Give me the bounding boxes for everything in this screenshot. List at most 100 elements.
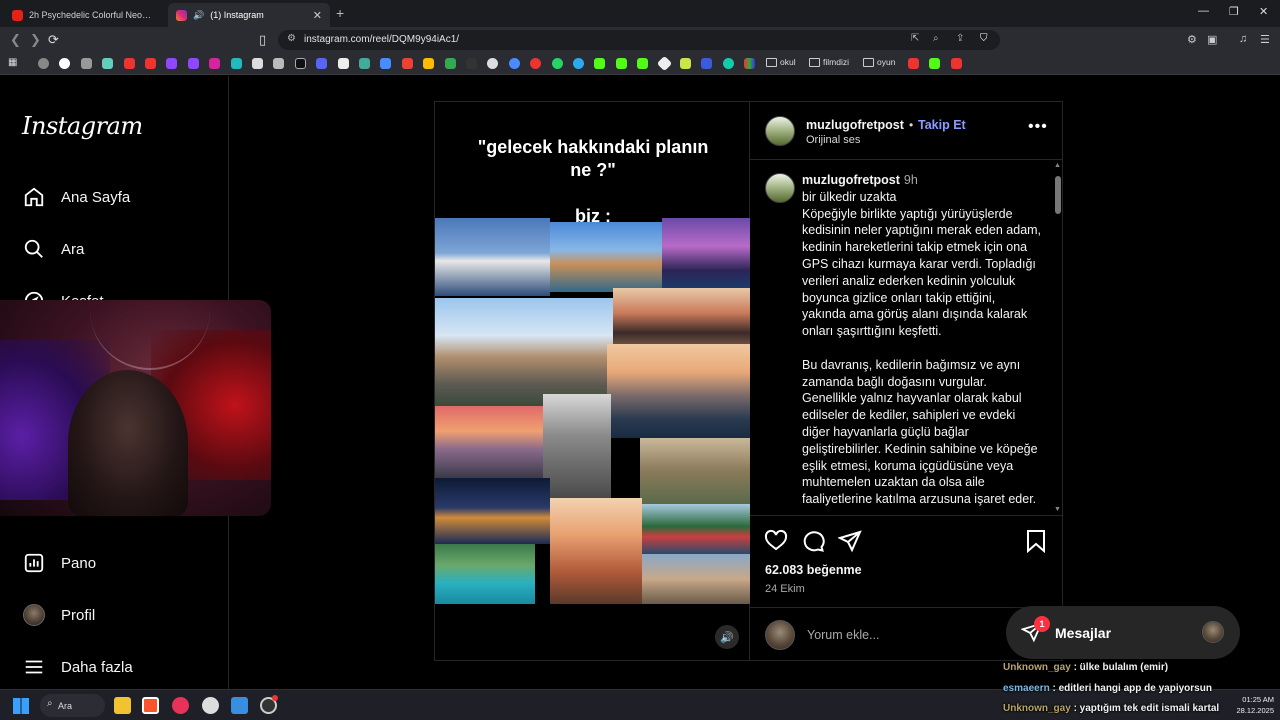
bookmark-icon[interactable] [338, 58, 349, 69]
comment-icon[interactable] [800, 528, 826, 554]
comment-input[interactable]: Yorum ekle... [807, 628, 880, 642]
close-tab-icon[interactable]: ✕ [313, 9, 322, 22]
bookmark-icon[interactable] [701, 58, 712, 69]
site-info-icon[interactable]: ⚙ [287, 33, 296, 44]
bookmark-icon[interactable] [908, 58, 919, 69]
like-icon[interactable] [763, 528, 789, 554]
bookmark-icon[interactable] [573, 58, 584, 69]
open-external-icon[interactable]: ⇱ [911, 33, 919, 44]
bookmark-icon[interactable] [209, 58, 220, 69]
bookmark-folder-oyun[interactable]: oyun [863, 57, 895, 67]
bookmark-icon[interactable] [656, 55, 673, 72]
share-icon[interactable]: ⇪ [956, 33, 964, 44]
bookmark-icon[interactable] [594, 58, 605, 69]
forward-icon[interactable]: ❯ [30, 32, 41, 48]
menu-icon[interactable]: ☰ [1260, 33, 1270, 46]
author-avatar[interactable] [765, 116, 795, 146]
chat-message: esmaeern : editleri hangi app de yapiyor… [1003, 679, 1280, 700]
taskbar-search[interactable]: ⌕ Ara [40, 694, 105, 717]
bookmark-icon[interactable] [59, 58, 70, 69]
restore-icon[interactable]: ❐ [1229, 5, 1239, 18]
url-text[interactable]: instagram.com/reel/DQM9y94iAc1/ [304, 34, 459, 45]
bookmark-icon[interactable] [145, 58, 156, 69]
author-avatar[interactable] [765, 173, 795, 203]
bookmark-icon[interactable] [680, 58, 691, 69]
brave-shield-icon[interactable]: ⛉ [980, 33, 988, 44]
bookmark-icon[interactable] [723, 58, 734, 69]
bookmark-icon[interactable] [316, 58, 327, 69]
brave-browser-icon[interactable] [142, 697, 159, 714]
photos-icon[interactable] [231, 697, 248, 714]
bookmark-icon[interactable] [616, 58, 627, 69]
viewer-avatar [765, 620, 795, 650]
share-icon[interactable] [837, 528, 863, 554]
new-tab-button[interactable]: + [336, 5, 344, 21]
url-bar[interactable]: ⚙ instagram.com/reel/DQM9y94iAc1/ ⇱ ⌕ ⇪ … [278, 30, 1000, 50]
sidebar-item-more[interactable]: Daha fazla [22, 652, 133, 682]
apps-icon[interactable]: ▦ [8, 57, 17, 68]
like-count[interactable]: 62.083 beğenme [765, 563, 862, 577]
tab-instagram[interactable]: 🔊 (1) Instagram ✕ [168, 3, 330, 27]
bookmark-icon[interactable] [380, 58, 391, 69]
bookmark-icon[interactable] [295, 58, 306, 69]
bookmark-icon[interactable] [402, 58, 413, 69]
bookmark-icon[interactable] [509, 58, 520, 69]
save-icon[interactable] [1023, 528, 1049, 554]
bookmark-icon[interactable] [951, 58, 962, 69]
speaker-icon[interactable]: 🔊 [193, 10, 204, 21]
scroll-down-icon[interactable]: ▼ [1054, 506, 1061, 513]
mute-button[interactable]: 🔊 [715, 625, 739, 649]
app-icon[interactable] [202, 697, 219, 714]
bookmark-icon[interactable] [423, 58, 434, 69]
reload-icon[interactable]: ⟳ [48, 32, 59, 48]
sidebar-item-home[interactable]: Ana Sayfa [22, 182, 130, 212]
bookmark-icon[interactable] [166, 58, 177, 69]
bookmark-icon[interactable] [359, 58, 370, 69]
zoom-icon[interactable]: ⌕ [933, 33, 939, 44]
bookmark-icon[interactable] [530, 58, 541, 69]
windows-start-icon[interactable] [13, 698, 29, 714]
sidebar-item-profile[interactable]: Profil [22, 600, 95, 630]
close-window-icon[interactable]: ✕ [1259, 5, 1268, 18]
instagram-logo[interactable]: Instagram [22, 112, 143, 140]
bookmark-icon[interactable] [252, 58, 263, 69]
bookmark-icon[interactable] [466, 58, 477, 69]
bookmark-icon[interactable] [188, 58, 199, 69]
sidebar-item-dashboard[interactable]: Pano [22, 548, 96, 578]
bookmark-icon[interactable] [124, 58, 135, 69]
audio-label[interactable]: Orijinal ses [806, 134, 860, 146]
tab-youtube[interactable]: 2h Psychedelic Colorful Neon Backgr [4, 3, 164, 27]
author-username[interactable]: muzlugofretpost [806, 118, 904, 132]
more-options-icon[interactable]: ••• [1028, 118, 1048, 136]
bookmark-icon[interactable] [552, 58, 563, 69]
wallet-icon[interactable]: ▣ [1207, 33, 1217, 46]
file-explorer-icon[interactable] [114, 697, 131, 714]
bookmark-icon[interactable] [929, 58, 940, 69]
extensions-icon[interactable]: ⚙ [1187, 33, 1197, 46]
media-icon[interactable]: ♫ [1239, 33, 1247, 45]
post-caption: muzlugofretpost 9h bir ülkedir uzakta Köp… [802, 172, 1042, 515]
bookmark-icon[interactable] [445, 58, 456, 69]
media-player-icon[interactable] [172, 697, 189, 714]
back-icon[interactable]: ❮ [10, 32, 21, 48]
messages-button[interactable]: 1 Mesajlar [1006, 606, 1240, 659]
caption-username[interactable]: muzlugofretpost [802, 173, 900, 187]
bookmark-page-icon[interactable]: ▯ [259, 32, 266, 48]
follow-button[interactable]: Takip Et [918, 118, 966, 132]
sidebar-item-search[interactable]: Ara [22, 234, 84, 264]
scrollbar-thumb[interactable] [1055, 176, 1061, 214]
bookmark-icon[interactable] [102, 58, 113, 69]
scroll-up-icon[interactable]: ▲ [1054, 162, 1061, 169]
caption-scrollbar[interactable]: ▲ ▼ [1054, 162, 1062, 513]
reel-video[interactable]: "gelecek hakkındaki planın ne ?" biz : 🔊 [434, 101, 751, 661]
bookmark-icon[interactable] [81, 58, 92, 69]
minimize-icon[interactable]: — [1198, 5, 1209, 17]
bookmark-icon[interactable] [231, 58, 242, 69]
bookmark-icon[interactable] [744, 58, 755, 69]
bookmark-folder-okul[interactable]: okul [766, 57, 796, 67]
bookmark-icon[interactable] [38, 58, 49, 69]
bookmark-icon[interactable] [487, 58, 498, 69]
bookmark-icon[interactable] [273, 58, 284, 69]
bookmark-folder-filmdizi[interactable]: filmdizi [809, 57, 849, 67]
bookmark-icon[interactable] [637, 58, 648, 69]
